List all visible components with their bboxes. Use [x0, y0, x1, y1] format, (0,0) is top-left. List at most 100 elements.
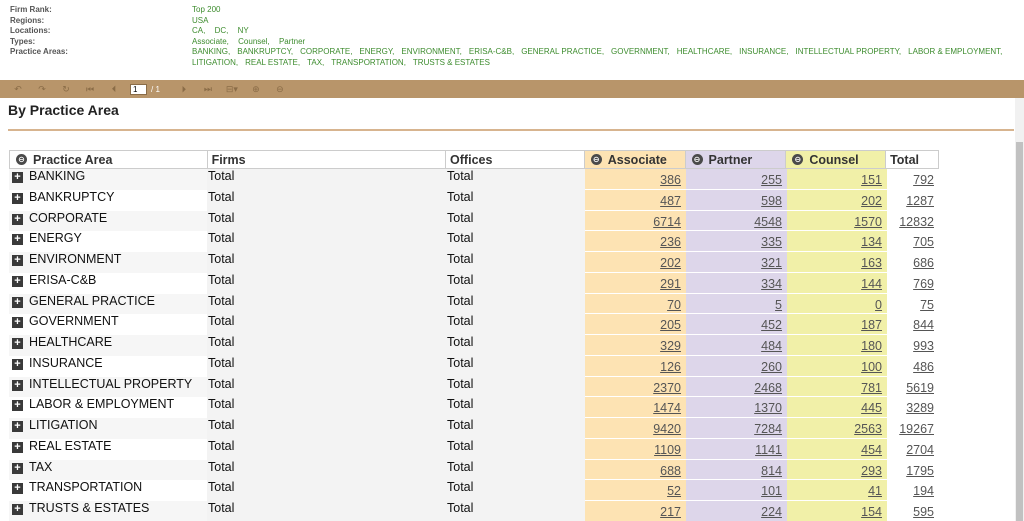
redo-icon[interactable]: ↷	[30, 84, 54, 95]
column-header-partner[interactable]: ⊖ Partner	[685, 151, 787, 168]
refresh-icon[interactable]: ↻	[54, 84, 78, 95]
partner-count-link[interactable]: 1370	[686, 397, 787, 418]
total-count-link[interactable]: 12832	[887, 210, 939, 232]
total-count-link[interactable]: 75	[887, 293, 939, 315]
collapse-icon[interactable]: ⊖	[590, 154, 602, 165]
total-count-link[interactable]: 5619	[887, 376, 939, 398]
sort-icon[interactable]: ⊖	[16, 154, 27, 165]
zoom-in-icon[interactable]: ⊕	[244, 84, 268, 95]
associate-count-link[interactable]: 126	[585, 355, 686, 377]
expand-icon[interactable]: +	[12, 441, 23, 453]
first-page-icon[interactable]: ⏮	[78, 84, 102, 95]
associate-count-link[interactable]: 52	[585, 480, 686, 501]
partner-count-link[interactable]: 484	[686, 335, 787, 356]
last-page-icon[interactable]: ⏭	[196, 84, 220, 95]
associate-count-link[interactable]: 2370	[585, 376, 686, 398]
partner-count-link[interactable]: 7284	[686, 418, 787, 439]
column-header-practice-area[interactable]: ⊖ Practice Area	[10, 151, 208, 168]
associate-count-link[interactable]: 236	[585, 231, 686, 252]
column-header-offices[interactable]: Offices	[446, 151, 585, 168]
partner-count-link[interactable]: 4548	[686, 210, 787, 232]
partner-count-link[interactable]: 260	[686, 355, 787, 377]
total-count-link[interactable]: 595	[887, 501, 939, 521]
counsel-count-link[interactable]: 134	[787, 231, 887, 252]
expand-icon[interactable]: +	[12, 317, 23, 329]
partner-count-link[interactable]: 5	[686, 293, 787, 315]
expand-icon[interactable]: +	[12, 234, 23, 246]
counsel-count-link[interactable]: 781	[787, 376, 887, 398]
associate-count-link[interactable]: 688	[585, 459, 686, 481]
expand-icon[interactable]: +	[12, 255, 23, 266]
counsel-count-link[interactable]: 163	[787, 252, 887, 273]
partner-count-link[interactable]: 335	[686, 231, 787, 252]
scrollbar-thumb[interactable]	[1016, 142, 1023, 521]
expand-icon[interactable]: +	[12, 192, 23, 204]
counsel-count-link[interactable]: 454	[787, 438, 887, 460]
export-icon[interactable]: ⊟▾	[220, 84, 244, 95]
partner-count-link[interactable]: 1141	[686, 438, 787, 460]
partner-count-link[interactable]: 814	[686, 459, 787, 481]
zoom-out-icon[interactable]: ⊖	[268, 84, 292, 95]
expand-icon[interactable]: +	[12, 358, 23, 370]
total-count-link[interactable]: 1287	[887, 189, 939, 211]
partner-count-link[interactable]: 101	[686, 480, 787, 501]
expand-icon[interactable]: +	[12, 462, 23, 474]
partner-count-link[interactable]: 2468	[686, 376, 787, 398]
associate-count-link[interactable]: 70	[585, 293, 686, 315]
counsel-count-link[interactable]: 0	[787, 293, 887, 315]
column-header-firms[interactable]: Firms	[208, 151, 447, 168]
counsel-count-link[interactable]: 100	[787, 355, 887, 377]
total-count-link[interactable]: 769	[887, 272, 939, 294]
associate-count-link[interactable]: 9420	[585, 418, 686, 439]
counsel-count-link[interactable]: 41	[787, 480, 887, 501]
partner-count-link[interactable]: 224	[686, 501, 787, 521]
associate-count-link[interactable]: 205	[585, 314, 686, 335]
expand-icon[interactable]: +	[12, 504, 23, 515]
total-count-link[interactable]: 19267	[887, 418, 939, 439]
counsel-count-link[interactable]: 2563	[787, 418, 887, 439]
total-count-link[interactable]: 1795	[887, 459, 939, 481]
total-count-link[interactable]: 3289	[887, 397, 939, 418]
associate-count-link[interactable]: 1474	[585, 397, 686, 418]
vertical-scrollbar[interactable]	[1015, 98, 1024, 521]
column-header-associate[interactable]: ⊖ Associate	[584, 151, 686, 168]
expand-icon[interactable]: +	[12, 379, 23, 391]
associate-count-link[interactable]: 386	[585, 169, 686, 190]
partner-count-link[interactable]: 452	[686, 314, 787, 335]
total-count-link[interactable]: 2704	[887, 438, 939, 460]
prev-page-icon[interactable]: ⏴	[102, 84, 126, 95]
expand-icon[interactable]: +	[12, 400, 23, 412]
expand-icon[interactable]: +	[12, 213, 23, 225]
expand-icon[interactable]: +	[12, 421, 23, 432]
total-count-link[interactable]: 686	[887, 252, 939, 273]
counsel-count-link[interactable]: 293	[787, 459, 887, 481]
expand-icon[interactable]: +	[12, 483, 23, 495]
collapse-icon[interactable]: ⊖	[691, 154, 703, 165]
counsel-count-link[interactable]: 151	[787, 169, 887, 190]
associate-count-link[interactable]: 6714	[585, 210, 686, 232]
expand-icon[interactable]: +	[12, 296, 23, 308]
associate-count-link[interactable]: 487	[585, 189, 686, 211]
expand-icon[interactable]: +	[12, 275, 23, 287]
total-count-link[interactable]: 993	[887, 335, 939, 356]
undo-icon[interactable]: ↶	[6, 84, 30, 95]
counsel-count-link[interactable]: 154	[787, 501, 887, 521]
expand-icon[interactable]: +	[12, 172, 23, 183]
partner-count-link[interactable]: 334	[686, 272, 787, 294]
total-count-link[interactable]: 194	[887, 480, 939, 501]
counsel-count-link[interactable]: 202	[787, 189, 887, 211]
total-count-link[interactable]: 792	[887, 169, 939, 190]
associate-count-link[interactable]: 329	[585, 335, 686, 356]
expand-icon[interactable]: +	[12, 338, 23, 349]
counsel-count-link[interactable]: 180	[787, 335, 887, 356]
collapse-icon[interactable]: ⊖	[792, 154, 804, 165]
total-count-link[interactable]: 705	[887, 231, 939, 252]
total-count-link[interactable]: 844	[887, 314, 939, 335]
total-count-link[interactable]: 486	[887, 355, 939, 377]
next-page-icon[interactable]: ⏵	[172, 84, 196, 95]
counsel-count-link[interactable]: 187	[787, 314, 887, 335]
associate-count-link[interactable]: 1109	[585, 438, 686, 460]
counsel-count-link[interactable]: 144	[787, 272, 887, 294]
associate-count-link[interactable]: 291	[585, 272, 686, 294]
associate-count-link[interactable]: 202	[585, 252, 686, 273]
